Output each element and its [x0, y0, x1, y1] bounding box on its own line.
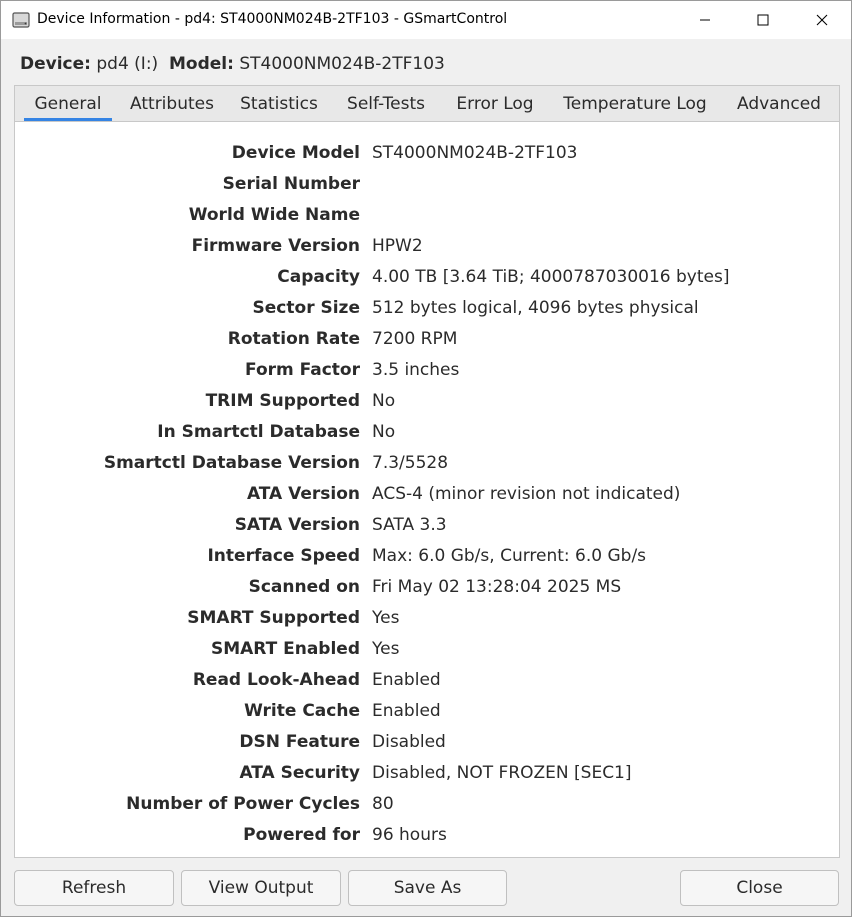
device-summary: Device: pd4 (I:) Model: ST4000NM024B-2TF… [20, 54, 445, 74]
close-button[interactable]: Close [680, 870, 839, 906]
device-information-window: Device Information - pd4: ST4000NM024B-2… [0, 0, 852, 917]
info-value[interactable]: 96 hours [372, 825, 447, 845]
tab-error-log[interactable]: Error Log [453, 86, 537, 121]
info-value[interactable]: No [372, 422, 395, 442]
info-row-form-factor: Form Factor 3.5 inches [15, 358, 839, 386]
info-value[interactable]: Max: 6.0 Gb/s, Current: 6.0 Gb/s [372, 546, 646, 566]
info-label: Serial Number [222, 174, 360, 194]
info-label: TRIM Supported [205, 391, 360, 411]
info-value[interactable]: Yes [372, 639, 399, 659]
maximize-icon [757, 14, 769, 26]
info-label: Interface Speed [207, 546, 360, 566]
info-value[interactable]: No [372, 391, 395, 411]
info-row-in-smartctl-database: In Smartctl Database No [15, 420, 839, 448]
info-label: SMART Supported [187, 608, 360, 628]
info-label: Rotation Rate [227, 329, 360, 349]
info-row-trim-supported: TRIM Supported No [15, 389, 839, 417]
info-row-device-model: Device Model ST4000NM024B-2TF103 [15, 141, 839, 169]
info-row-world-wide-name: World Wide Name [15, 203, 839, 231]
info-row-ata-version: ATA Version ACS-4 (minor revision not ind… [15, 482, 839, 510]
info-value[interactable]: Yes [372, 608, 399, 628]
tab-general[interactable]: General [24, 86, 112, 121]
info-row-sector-size: Sector Size 512 bytes logical, 4096 bytes… [15, 296, 839, 324]
info-value[interactable]: Enabled [372, 701, 441, 721]
window-title: Device Information - pd4: ST4000NM024B-2… [37, 11, 508, 27]
info-label: ATA Security [239, 763, 360, 783]
close-window-button[interactable] [793, 1, 851, 39]
info-label: Sector Size [252, 298, 360, 318]
info-value[interactable]: SATA 3.3 [372, 515, 447, 535]
info-row-number-of-power-cycles: Number of Power Cycles 80 [15, 792, 839, 820]
info-label: In Smartctl Database [157, 422, 360, 442]
tab-bar: General Attributes Statistics Self-Tests… [14, 85, 840, 121]
info-value[interactable]: Fri May 02 13:28:04 2025 MS [372, 577, 621, 597]
tab-self-tests[interactable]: Self-Tests [342, 86, 430, 121]
info-row-sata-version: SATA Version SATA 3.3 [15, 513, 839, 541]
tab-statistics[interactable]: Statistics [238, 86, 320, 121]
device-value: pd4 (I:) [96, 54, 159, 74]
tab-attributes[interactable]: Attributes [126, 86, 218, 121]
info-label: World Wide Name [188, 205, 360, 225]
model-label: Model: [169, 54, 234, 74]
info-label: Read Look-Ahead [192, 670, 360, 690]
info-label: Form Factor [245, 360, 360, 380]
info-label: Write Cache [244, 701, 360, 721]
info-row-smart-enabled: SMART Enabled Yes [15, 637, 839, 665]
hard-drive-icon [11, 10, 31, 30]
info-label: Scanned on [248, 577, 360, 597]
device-label: Device: [20, 54, 91, 74]
info-label: SATA Version [234, 515, 360, 535]
info-row-write-cache: Write Cache Enabled [15, 699, 839, 727]
info-label: Number of Power Cycles [126, 794, 360, 814]
info-value[interactable]: ST4000NM024B-2TF103 [372, 143, 578, 163]
info-label: ATA Version [246, 484, 360, 504]
general-info-panel: Device Model ST4000NM024B-2TF103 Serial N… [14, 121, 840, 858]
info-value[interactable]: 7200 RPM [372, 329, 457, 349]
info-label: Firmware Version [191, 236, 360, 256]
maximize-button[interactable] [734, 1, 792, 39]
info-value[interactable]: HPW2 [372, 236, 423, 256]
info-label: Powered for [243, 825, 360, 845]
refresh-button[interactable]: Refresh [14, 870, 174, 906]
info-row-smartctl-database-version: Smartctl Database Version 7.3/5528 [15, 451, 839, 479]
info-value[interactable]: 7.3/5528 [372, 453, 448, 473]
minimize-button[interactable] [676, 1, 734, 39]
tab-advanced[interactable]: Advanced [732, 86, 826, 121]
info-row-smart-supported: SMART Supported Yes [15, 606, 839, 634]
info-value[interactable]: Disabled [372, 732, 446, 752]
info-row-read-look-ahead: Read Look-Ahead Enabled [15, 668, 839, 696]
info-row-firmware-version: Firmware Version HPW2 [15, 234, 839, 262]
info-value[interactable]: 4.00 TB [3.64 TiB; 4000787030016 bytes] [372, 267, 729, 287]
info-row-interface-speed: Interface Speed Max: 6.0 Gb/s, Current: 6… [15, 544, 839, 572]
tab-temperature-log[interactable]: Temperature Log [561, 86, 709, 121]
info-row-capacity: Capacity 4.00 TB [3.64 TiB; 4000787030016… [15, 265, 839, 293]
info-label: Capacity [277, 267, 360, 287]
info-row-serial-number: Serial Number [15, 172, 839, 200]
title-bar[interactable]: Device Information - pd4: ST4000NM024B-2… [1, 1, 851, 39]
info-label: SMART Enabled [210, 639, 360, 659]
info-row-ata-security: ATA Security Disabled, NOT FROZEN [SEC1] [15, 761, 839, 789]
info-value[interactable]: 512 bytes logical, 4096 bytes physical [372, 298, 699, 318]
info-value[interactable]: Enabled [372, 670, 441, 690]
info-value[interactable]: Disabled, NOT FROZEN [SEC1] [372, 763, 632, 783]
info-value[interactable]: 80 [372, 794, 394, 814]
minimize-icon [700, 19, 710, 21]
info-label: Smartctl Database Version [103, 453, 360, 473]
info-row-powered-for: Powered for 96 hours [15, 823, 839, 851]
model-value: ST4000NM024B-2TF103 [239, 54, 445, 74]
info-label: Device Model [231, 143, 360, 163]
close-icon [816, 14, 828, 26]
info-row-rotation-rate: Rotation Rate 7200 RPM [15, 327, 839, 355]
view-output-button[interactable]: View Output [181, 870, 341, 906]
info-label: DSN Feature [239, 732, 360, 752]
info-value[interactable]: 3.5 inches [372, 360, 459, 380]
info-row-scanned-on: Scanned on Fri May 02 13:28:04 2025 MS [15, 575, 839, 603]
save-as-button[interactable]: Save As [348, 870, 507, 906]
info-row-dsn-feature: DSN Feature Disabled [15, 730, 839, 758]
info-value[interactable]: ACS-4 (minor revision not indicated) [372, 484, 680, 504]
